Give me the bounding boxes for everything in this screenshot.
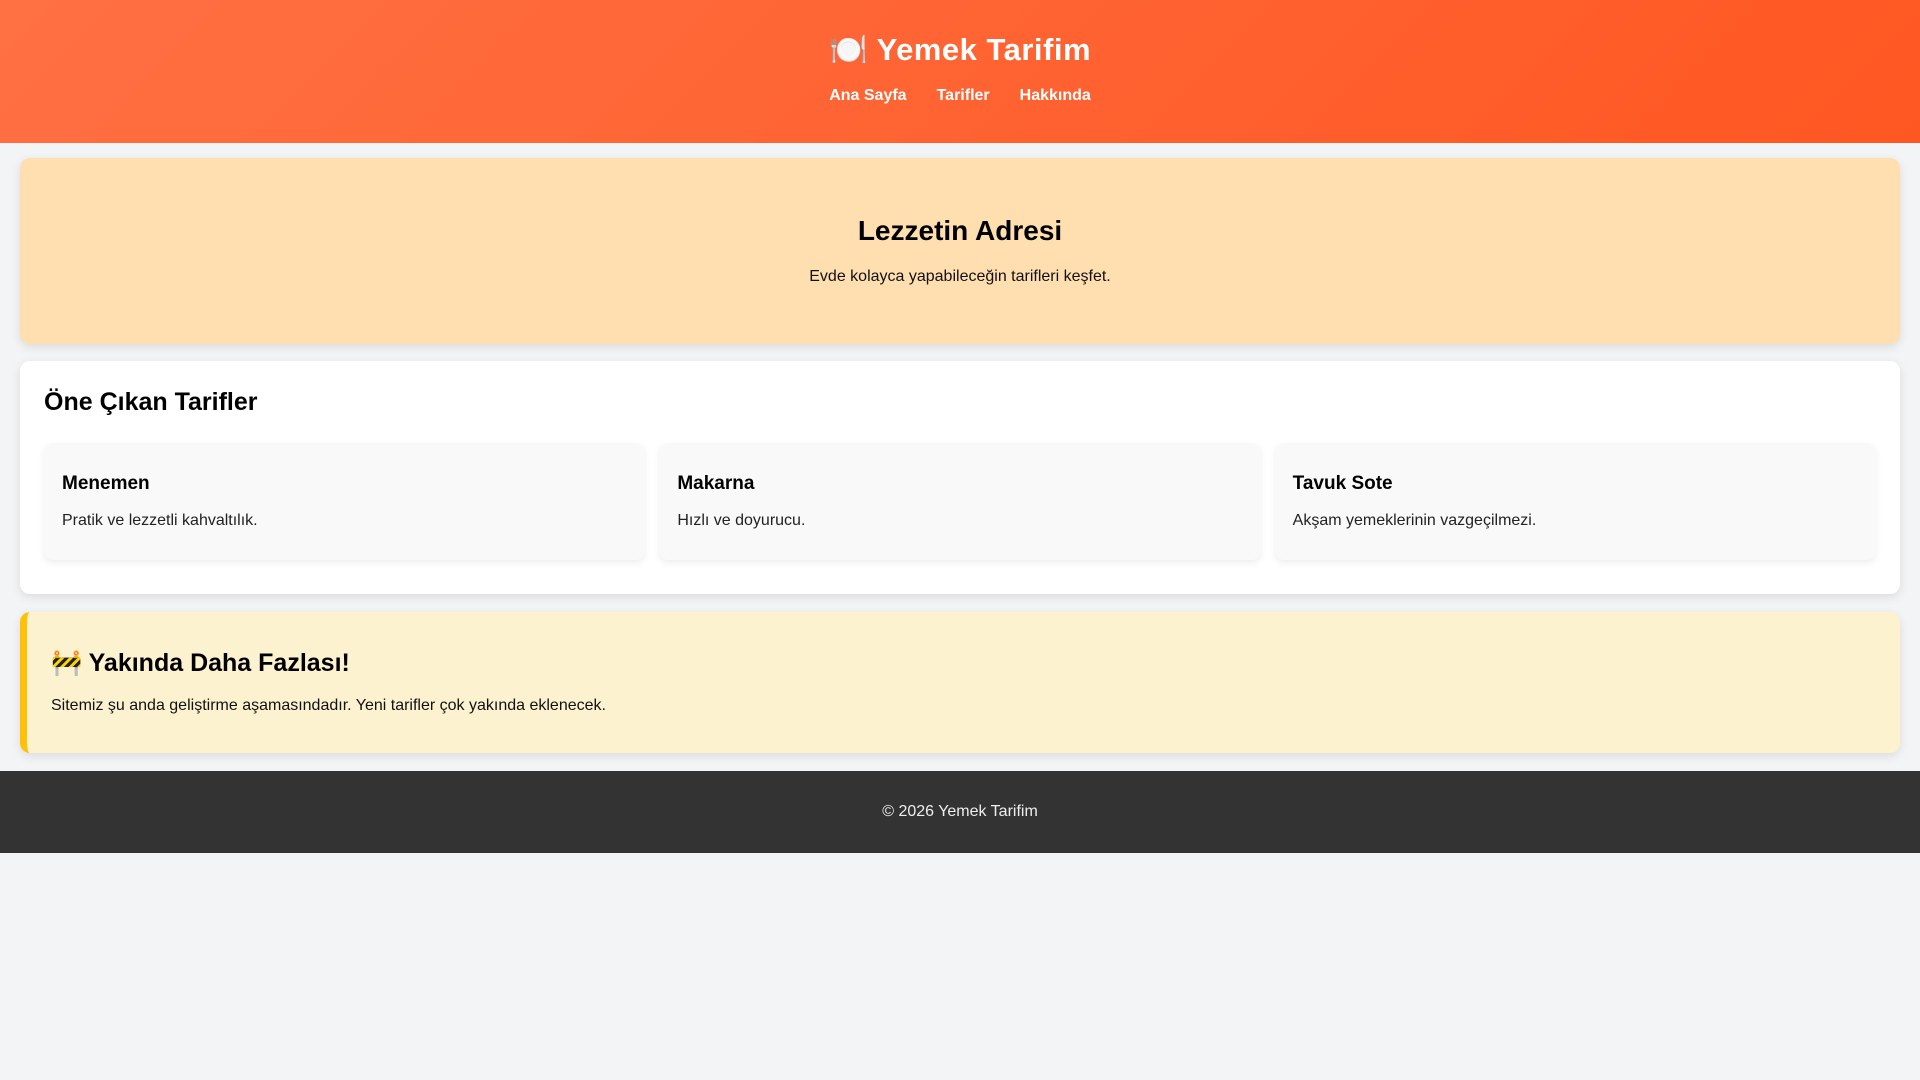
site-title: 🍽️ Yemek Tarifim xyxy=(828,32,1092,67)
recipe-card-title: Makarna xyxy=(677,473,755,494)
featured-recipes-section: Öne Çıkan Tarifler Menemen Pratik ve lez… xyxy=(20,361,1900,594)
featured-recipes-title: Öne Çıkan Tarifler xyxy=(44,388,258,416)
app-footer: © 2026 Yemek Tarifim xyxy=(0,771,1920,853)
recipe-card-description: Akşam yemeklerinin vazgeçilmezi. xyxy=(1292,512,1537,529)
hero-section: Lezzetin Adresi Evde kolayca yapabileceğ… xyxy=(20,158,1900,344)
footer-copyright: © 2026 Yemek Tarifim xyxy=(882,803,1038,820)
recipe-card-title: Tavuk Sote xyxy=(1292,473,1393,494)
nav-link-ana-sayfa[interactable]: Ana Sayfa xyxy=(829,86,906,105)
recipe-card-title: Menemen xyxy=(62,473,150,494)
recipe-card-list: Menemen Pratik ve lezzetli kahvaltılık. … xyxy=(44,443,1876,560)
coming-soon-notice: 🚧 Yakında Daha Fazlası! Sitemiz şu anda … xyxy=(20,612,1900,753)
recipe-card-description: Hızlı ve doyurucu. xyxy=(677,512,806,529)
main-content: Lezzetin Adresi Evde kolayca yapabileceğ… xyxy=(0,143,1920,753)
recipe-card-makarna: Makarna Hızlı ve doyurucu. xyxy=(659,443,1261,560)
main-nav: Ana Sayfa Tarifler Hakkında xyxy=(0,86,1920,105)
hero-title: Lezzetin Adresi xyxy=(857,215,1063,246)
recipe-card-description: Pratik ve lezzetli kahvaltılık. xyxy=(62,512,258,529)
app-header: 🍽️ Yemek Tarifim Ana Sayfa Tarifler Hakk… xyxy=(0,0,1920,143)
nav-link-hakkinda[interactable]: Hakkında xyxy=(1020,86,1091,105)
nav-link-tarifler[interactable]: Tarifler xyxy=(937,86,990,105)
recipe-card-menemen: Menemen Pratik ve lezzetli kahvaltılık. xyxy=(44,443,646,560)
coming-soon-title: 🚧 Yakında Daha Fazlası! xyxy=(51,649,350,677)
recipe-card-tavuk-sote: Tavuk Sote Akşam yemeklerinin vazgeçilme… xyxy=(1274,443,1876,560)
hero-subtitle: Evde kolayca yapabileceğin tarifleri keş… xyxy=(809,268,1111,285)
coming-soon-text: Sitemiz şu anda geliştirme aşamasındadır… xyxy=(51,697,606,714)
